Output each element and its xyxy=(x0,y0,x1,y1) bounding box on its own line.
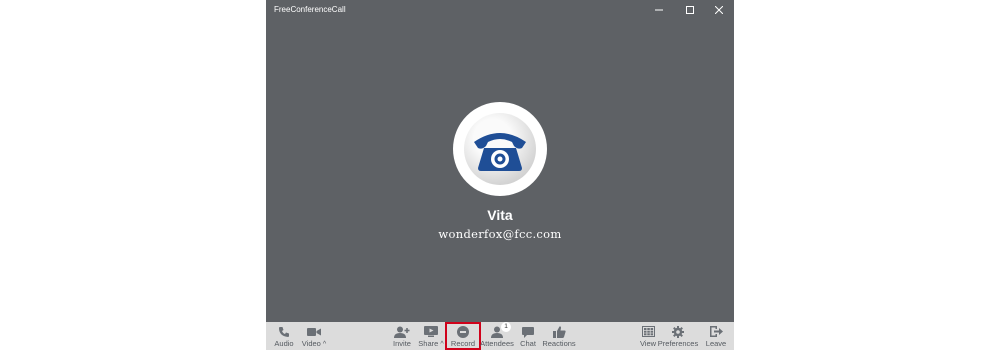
view-label: View xyxy=(639,339,657,348)
avatar xyxy=(453,102,547,196)
video-options-caret-icon[interactable]: ^ xyxy=(323,341,326,348)
invite-button[interactable]: Invite xyxy=(392,322,412,350)
video-label: Video xyxy=(301,339,321,348)
participant-name: Vita xyxy=(487,207,513,223)
minimize-button[interactable] xyxy=(644,0,674,19)
maximize-button[interactable] xyxy=(675,0,705,19)
grid-view-icon xyxy=(641,326,655,337)
video-camera-icon xyxy=(307,327,321,336)
video-button[interactable]: Video ^ xyxy=(297,322,331,350)
attendee-count-badge: 1 xyxy=(501,322,511,332)
maximize-icon xyxy=(686,5,694,14)
chat-bubble-icon xyxy=(522,326,534,338)
phone-icon xyxy=(279,326,289,337)
record-button[interactable]: Record xyxy=(449,322,477,350)
preferences-label: Preferences xyxy=(657,339,699,348)
meeting-toolbar: Audio Video ^ Invite Share ^ Record 1 At… xyxy=(266,322,734,350)
audio-label: Audio xyxy=(274,339,294,348)
minimize-icon xyxy=(655,9,663,10)
attendees-label: Attendees xyxy=(480,339,514,348)
close-button[interactable] xyxy=(704,0,734,19)
telephone-logo-icon xyxy=(474,133,526,171)
reactions-button[interactable]: Reactions xyxy=(542,322,576,350)
app-window: FreeConferenceCall Vita wonderfox@fcc.co… xyxy=(266,0,734,350)
share-screen-icon xyxy=(424,326,438,337)
video-stage: Vita wonderfox@fcc.com xyxy=(266,19,734,322)
leave-button[interactable]: Leave xyxy=(704,322,728,350)
reactions-label: Reactions xyxy=(542,339,576,348)
close-icon xyxy=(715,5,723,14)
record-label: Record xyxy=(450,339,476,348)
gear-icon xyxy=(672,325,684,338)
share-button[interactable]: Share ^ xyxy=(415,322,447,350)
chat-button[interactable]: Chat xyxy=(518,322,538,350)
invite-label: Invite xyxy=(393,339,411,348)
exit-icon xyxy=(709,326,723,337)
leave-label: Leave xyxy=(705,339,727,348)
view-button[interactable]: View xyxy=(638,322,658,350)
window-title: FreeConferenceCall xyxy=(274,5,346,14)
share-options-caret-icon[interactable]: ^ xyxy=(440,341,443,348)
attendees-button[interactable]: 1 Attendees xyxy=(480,322,514,350)
thumbs-up-icon xyxy=(552,325,566,338)
participant-email: wonderfox@fcc.com xyxy=(438,227,562,241)
preferences-button[interactable]: Preferences xyxy=(657,322,699,350)
add-user-icon xyxy=(394,326,410,338)
title-bar: FreeConferenceCall xyxy=(266,0,734,19)
avatar-logo xyxy=(464,113,536,185)
chat-label: Chat xyxy=(520,339,536,348)
record-icon xyxy=(457,325,469,338)
audio-button[interactable]: Audio xyxy=(272,322,296,350)
share-label: Share xyxy=(418,339,439,348)
